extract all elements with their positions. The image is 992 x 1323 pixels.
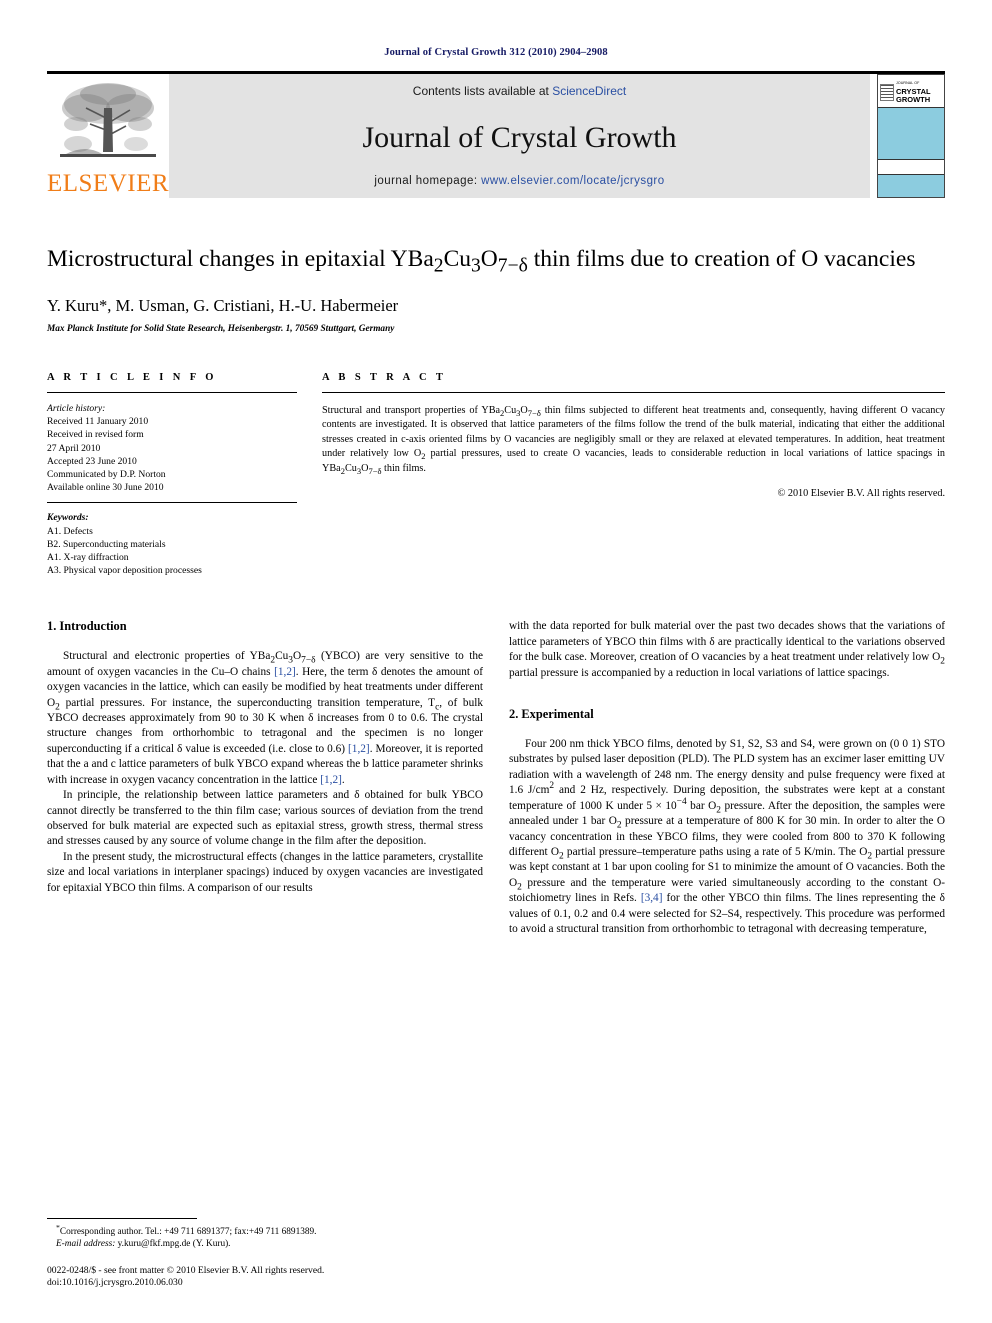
- history-item: Received 11 January 2010: [47, 416, 149, 428]
- text-frag: bar O: [686, 799, 717, 812]
- section-heading-experimental: 2. Experimental: [509, 707, 594, 722]
- text-sub: 7−δ: [301, 655, 316, 666]
- intro-paragraph-3: In the present study, the microstructura…: [47, 850, 483, 894]
- homepage-prefix: journal homepage:: [374, 175, 482, 187]
- history-item: Available online 30 June 2010: [47, 482, 164, 494]
- abstract-copyright: © 2010 Elsevier B.V. All rights reserved…: [777, 488, 945, 500]
- abstract-text: Structural and transport properties of Y…: [322, 393, 945, 476]
- abstract-frag: O: [520, 405, 528, 416]
- text-frag: partial pressure–temperature paths using…: [563, 845, 868, 858]
- author-list: Y. Kuru*, M. Usman, G. Cristiani, H.-U. …: [47, 296, 399, 315]
- body-columns: 1. Introduction Structural and electroni…: [47, 619, 945, 937]
- abstract-column: A B S T R A C T Structural and transport…: [322, 372, 945, 577]
- email-note: E-mail address: y.kuru@fkf.mpg.de (Y. Ku…: [47, 1238, 479, 1250]
- elsevier-logo: ELSEVIER: [47, 74, 169, 198]
- intro-paragraph-3-continued: with the data reported for bulk material…: [509, 619, 945, 681]
- article-info-heading: A R T I C L E I N F O: [47, 372, 217, 383]
- page-title: Microstructural changes in epitaxial YBa…: [47, 244, 945, 277]
- article-history-block: Article history: Received 11 January 201…: [47, 393, 297, 502]
- cover-white-strip: [878, 160, 944, 175]
- elsevier-wordmark: ELSEVIER: [46, 170, 170, 197]
- keyword-item: A1. Defects: [47, 525, 93, 537]
- email-value[interactable]: y.kuru@fkf.mpg.de (Y. Kuru).: [115, 1239, 231, 1249]
- sciencedirect-link[interactable]: ScienceDirect: [552, 84, 626, 98]
- title-sub1: 2: [433, 255, 444, 277]
- text-sup: −4: [676, 796, 687, 807]
- abstract-frag: Structural and transport properties of Y…: [322, 405, 501, 416]
- corresponding-author-note: *Corresponding author. Tel.: +49 711 689…: [47, 1224, 479, 1238]
- running-head: Journal of Crystal Growth 312 (2010) 290…: [384, 47, 608, 58]
- citation-link[interactable]: [1,2]: [348, 743, 370, 755]
- abstract-heading: A B S T R A C T: [322, 372, 447, 383]
- citation-link[interactable]: [1,2]: [274, 666, 296, 678]
- abstract-frag: thin films.: [381, 462, 426, 474]
- keyword-item: A3. Physical vapor deposition processes: [47, 565, 202, 577]
- history-item: Accepted 23 June 2010: [47, 455, 137, 467]
- title-part1: Microstructural changes in epitaxial YBa: [47, 246, 434, 272]
- text-frag: .: [341, 773, 345, 786]
- history-item: Received in revised form: [47, 429, 144, 441]
- title-part3: O: [480, 246, 498, 272]
- cover-header: JOURNAL OF CRYSTAL GROWTH: [878, 75, 944, 108]
- abstract-sub: 7−δ: [368, 465, 382, 476]
- cover-color-band: [878, 108, 944, 160]
- left-column: 1. Introduction Structural and electroni…: [47, 619, 483, 937]
- title-part4: thin films due to creation of O vacancie…: [527, 246, 916, 272]
- cover-title-line2: GROWTH: [896, 95, 931, 105]
- text-frag: O: [292, 650, 302, 663]
- title-sub3: 7−δ: [497, 255, 528, 277]
- article-history-label: Article history:: [47, 403, 106, 414]
- masthead-center-band: Contents lists available at ScienceDirec…: [169, 74, 870, 198]
- title-part2: Cu: [443, 246, 471, 272]
- journal-cover-thumbnail[interactable]: JOURNAL OF CRYSTAL GROWTH: [877, 74, 945, 198]
- journal-title: Journal of Crystal Growth: [362, 120, 677, 154]
- email-label: E-mail address:: [56, 1239, 116, 1250]
- cover-title-text: JOURNAL OF CRYSTAL GROWTH: [896, 79, 931, 105]
- keywords-block: Keywords: A1. Defects B2. Superconductin…: [47, 503, 297, 577]
- contents-available-line: Contents lists available at ScienceDirec…: [413, 84, 626, 98]
- elsevier-tree-icon: [60, 83, 156, 157]
- citation-link[interactable]: [1,2]: [320, 774, 342, 786]
- history-item: 27 April 2010: [47, 442, 101, 454]
- corresponding-author-text: Corresponding author. Tel.: +49 711 6891…: [59, 1227, 317, 1237]
- text-sub: 2: [940, 656, 945, 667]
- journal-homepage-line: journal homepage: www.elsevier.com/locat…: [374, 175, 664, 187]
- doi-line[interactable]: doi:10.1016/j.jcrysgro.2010.06.030: [47, 1277, 479, 1290]
- text-frag: Structural and electronic properties of …: [63, 650, 271, 663]
- right-column: with the data reported for bulk material…: [509, 619, 945, 937]
- intro-paragraph-1: Structural and electronic properties of …: [47, 649, 483, 788]
- info-abstract-section: A R T I C L E I N F O Article history: R…: [47, 372, 945, 577]
- article-info-column: A R T I C L E I N F O Article history: R…: [47, 372, 322, 577]
- section-heading-introduction: 1. Introduction: [47, 619, 127, 634]
- cover-mini-logo-icon: [880, 83, 894, 101]
- journal-masthead: ELSEVIER Contents lists available at Sci…: [47, 71, 945, 198]
- footnote-rule: [47, 1218, 197, 1219]
- abstract-frag: Cu: [344, 462, 357, 474]
- text-frag: partial pressure is accompanied by a red…: [509, 666, 890, 679]
- issn-line: 0022-0248/$ - see front matter © 2010 El…: [47, 1264, 325, 1276]
- title-block: Microstructural changes in epitaxial YBa…: [47, 244, 945, 334]
- title-sub2: 3: [471, 255, 481, 277]
- abstract-frag: Cu: [504, 405, 517, 416]
- affiliation: Max Planck Institute for Solid State Res…: [47, 324, 395, 334]
- keywords-label: Keywords:: [47, 512, 89, 524]
- intro-paragraph-2: In principle, the relationship between l…: [47, 789, 483, 848]
- keyword-item: B2. Superconducting materials: [47, 538, 166, 550]
- text-frag: Cu: [275, 650, 289, 663]
- text-frag: partial pressures. For instance, the sup…: [59, 696, 436, 709]
- article-first-page: Journal of Crystal Growth 312 (2010) 290…: [0, 0, 992, 1323]
- keyword-item: A1. X-ray diffraction: [47, 552, 129, 564]
- cover-color-band-lower: [878, 175, 944, 197]
- contents-prefix: Contents lists available at: [412, 84, 553, 98]
- text-frag: with the data reported for bulk material…: [509, 620, 945, 664]
- abstract-sub: 7−δ: [527, 408, 541, 419]
- history-item: Communicated by D.P. Norton: [47, 469, 166, 481]
- citation-link[interactable]: [3,4]: [641, 892, 663, 904]
- experimental-paragraph-1: Four 200 nm thick YBCO films, denoted by…: [509, 737, 945, 937]
- footnote-block: *Corresponding author. Tel.: +49 711 689…: [47, 1218, 479, 1290]
- issn-copyright-block: 0022-0248/$ - see front matter © 2010 El…: [47, 1265, 479, 1290]
- homepage-url-link[interactable]: www.elsevier.com/locate/jcrysgro: [481, 175, 664, 187]
